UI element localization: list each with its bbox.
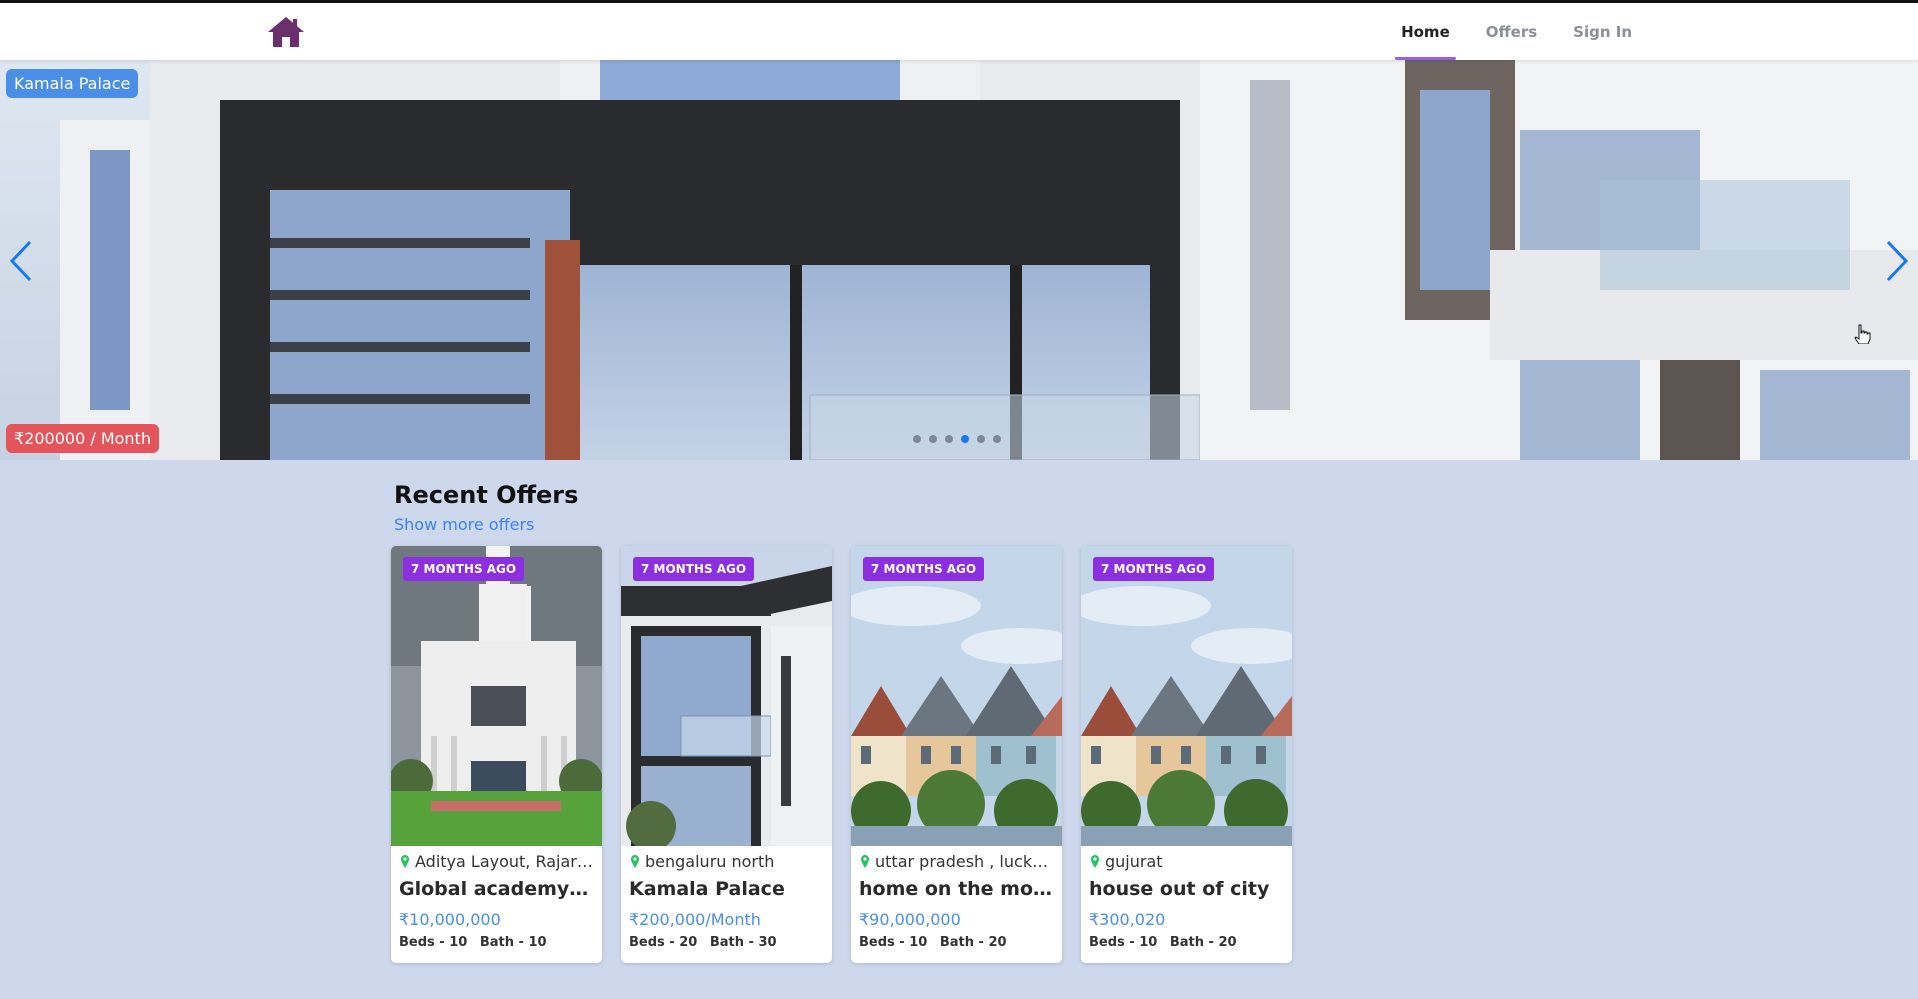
- offer-image: 7 MONTHS AGO: [391, 546, 602, 846]
- nav-menu: Home Offers Sign In: [1383, 3, 1650, 60]
- top-nav: Home Offers Sign In: [0, 0, 1918, 60]
- offer-meta: Beds - 20 Bath - 30: [629, 935, 824, 950]
- location-row: Aditya Layout, Rajaraj...: [399, 850, 594, 872]
- hero-carousel: Kamala Palace ₹200000 / Month: [0, 60, 1918, 460]
- nav-home[interactable]: Home: [1383, 3, 1468, 60]
- time-badge: 7 MONTHS AGO: [403, 557, 525, 581]
- bath-count: Bath - 20: [939, 935, 1007, 950]
- offer-price: ₹90,000,000: [859, 910, 961, 929]
- nav-sign-in[interactable]: Sign In: [1555, 3, 1650, 60]
- location-text: bengaluru north: [645, 851, 775, 871]
- offer-image: 7 MONTHS AGO: [1081, 546, 1292, 846]
- offer-cards: 7 MONTHS AGO Aditya Layout, Rajaraj... G…: [391, 546, 1292, 963]
- hero-title-tag: Kamala Palace: [6, 69, 139, 98]
- map-pin-icon: [401, 855, 409, 868]
- nav-offers[interactable]: Offers: [1468, 3, 1555, 60]
- time-badge: 7 MONTHS AGO: [863, 557, 985, 581]
- offer-card[interactable]: 7 MONTHS AGO bengaluru north Kamala Pala…: [621, 546, 832, 963]
- offer-name[interactable]: house out of city: [1089, 878, 1284, 900]
- offer-name[interactable]: Global academy of t...: [399, 878, 594, 900]
- offer-image: 7 MONTHS AGO: [621, 546, 832, 846]
- offer-meta: Beds - 10 Bath - 20: [1089, 935, 1284, 950]
- offer-name[interactable]: home on the mount...: [859, 878, 1054, 900]
- offer-price: ₹200,000/Month: [629, 910, 761, 929]
- offer-price: ₹300,020: [1089, 910, 1166, 929]
- carousel-dot[interactable]: [993, 435, 1001, 443]
- hand-cursor-icon: [1854, 324, 1871, 344]
- carousel-dot-active[interactable]: [961, 435, 969, 443]
- location-row: bengaluru north: [629, 850, 824, 872]
- time-badge: 7 MONTHS AGO: [1093, 557, 1215, 581]
- hero-image: [0, 60, 1918, 460]
- beds-count: Beds - 10: [1089, 935, 1158, 950]
- offer-meta: Beds - 10 Bath - 10: [399, 935, 594, 950]
- beds-count: Beds - 20: [629, 935, 698, 950]
- carousel-next-arrow-icon[interactable]: [1878, 238, 1914, 284]
- carousel-dot[interactable]: [945, 435, 953, 443]
- offer-card[interactable]: 7 MONTHS AGO Aditya Layout, Rajaraj... G…: [391, 546, 602, 963]
- offer-meta: Beds - 10 Bath - 20: [859, 935, 1054, 950]
- offer-price: ₹10,000,000: [399, 910, 501, 929]
- location-text: Aditya Layout, Rajaraj...: [415, 851, 594, 871]
- bath-count: Bath - 20: [1169, 935, 1237, 950]
- location-row: uttar pradesh , luckn...: [859, 850, 1054, 872]
- offer-name[interactable]: Kamala Palace: [629, 878, 824, 900]
- carousel-dot[interactable]: [977, 435, 985, 443]
- hero-price-tag: ₹200000 / Month: [6, 424, 159, 453]
- location-row: gujurat: [1089, 850, 1284, 872]
- carousel-dot[interactable]: [913, 435, 921, 443]
- carousel-dots: [913, 435, 1001, 443]
- recent-offers-heading: Recent Offers: [394, 481, 579, 509]
- beds-count: Beds - 10: [859, 935, 928, 950]
- carousel-prev-arrow-icon[interactable]: [4, 238, 40, 284]
- offer-card[interactable]: 7 MONTHS AGO gujurat house out of city ₹…: [1081, 546, 1292, 963]
- bath-count: Bath - 30: [709, 935, 777, 950]
- offer-card[interactable]: 7 MONTHS AGO uttar pradesh , luckn... ho…: [851, 546, 1062, 963]
- bath-count: Bath - 10: [479, 935, 547, 950]
- show-more-offers-link[interactable]: Show more offers: [394, 515, 534, 534]
- beds-count: Beds - 10: [399, 935, 468, 950]
- offer-image: 7 MONTHS AGO: [851, 546, 1062, 846]
- location-text: uttar pradesh , luckn...: [875, 851, 1054, 871]
- time-badge: 7 MONTHS AGO: [633, 557, 755, 581]
- location-text: gujurat: [1105, 851, 1163, 871]
- map-pin-icon: [631, 855, 639, 868]
- carousel-dot[interactable]: [929, 435, 937, 443]
- map-pin-icon: [1091, 855, 1099, 868]
- home-icon[interactable]: [266, 15, 306, 49]
- map-pin-icon: [861, 855, 869, 868]
